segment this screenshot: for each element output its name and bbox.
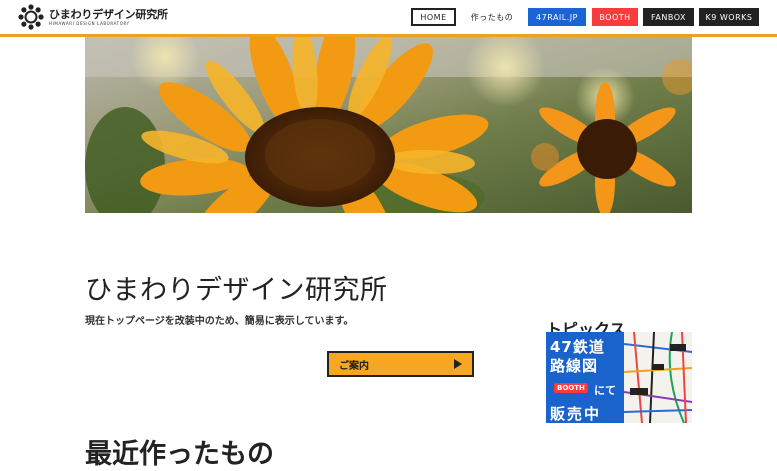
banner-line1: 47鉄道 [550,338,605,356]
nav-47rail[interactable]: 47RAIL.JP [528,8,586,26]
site-header: ひまわりデザイン研究所 HIMAWARI DESIGN LABORATORY H… [0,0,777,37]
nav-works[interactable]: 作ったもの [465,8,519,26]
nav-fanbox[interactable]: FANBOX [643,8,694,26]
banner-line3: 販売中 [550,405,602,423]
nav-booth[interactable]: BOOTH [592,8,638,26]
nav-k9works[interactable]: K9 WORKS [699,8,759,26]
hero-sunflower-image [85,37,692,213]
maintenance-notice: 現在トップページを改装中のため、簡易に表示しています。 [85,316,354,327]
nav-home[interactable]: HOME [411,8,456,26]
banner-suffix: にて [594,384,616,397]
page-title: ひまわりデザイン研究所 [85,275,388,307]
guide-button-label: ご案内 [339,360,369,372]
topic-banner-railmap[interactable]: 47鉄道 路線図 BOOTH にて 販売中 [546,332,692,423]
banner-blue-panel: 47鉄道 路線図 BOOTH にて 販売中 [546,332,624,423]
main-nav: HOME 作ったもの 47RAIL.JP BOOTH FANBOX K9 WOR… [0,8,777,26]
guide-button[interactable]: ご案内 [327,351,474,377]
play-arrow-icon [454,359,462,369]
recent-works-heading: 最近作ったもの [85,439,274,471]
banner-line2: 路線図 [550,357,599,375]
banner-booth-badge: BOOTH [554,383,588,393]
rail-map-icon [624,332,692,423]
